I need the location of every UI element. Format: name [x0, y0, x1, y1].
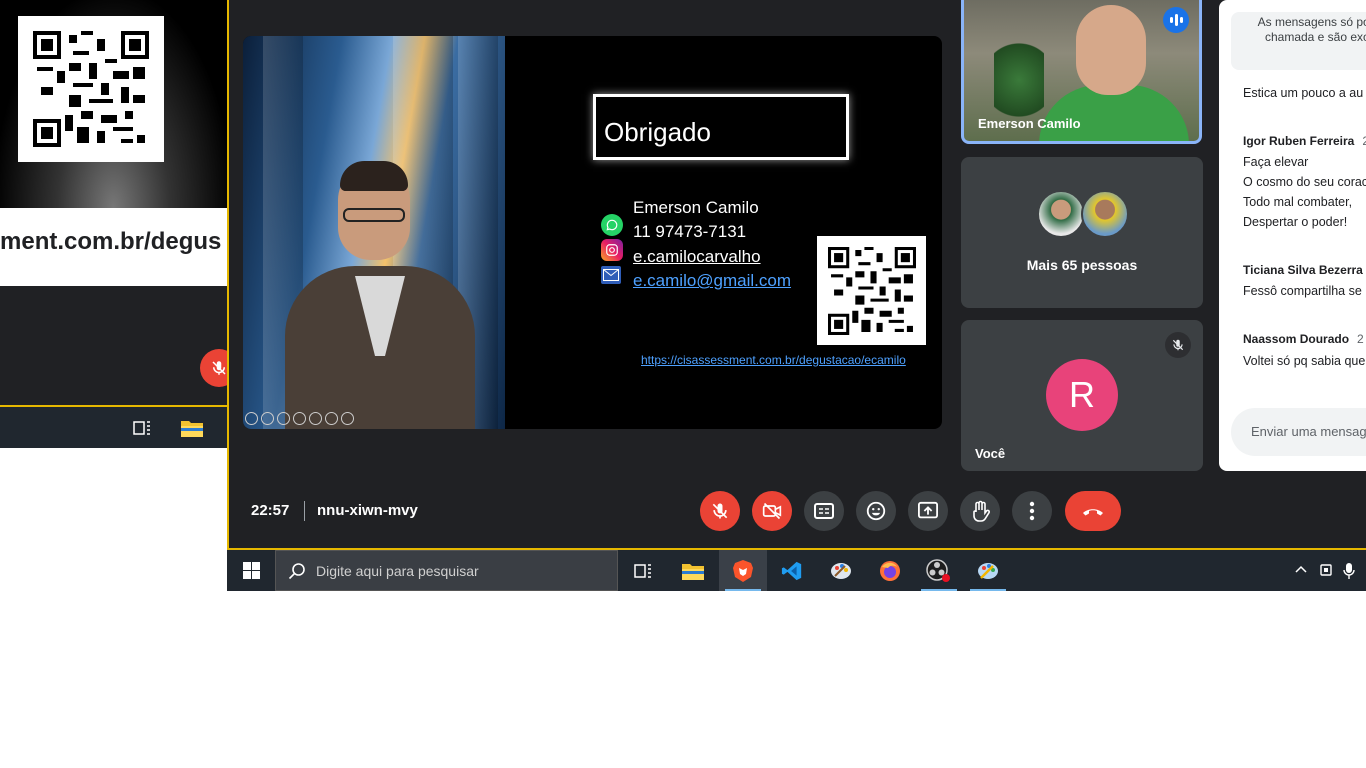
brave-lion-icon	[733, 559, 753, 582]
device-tray-button[interactable]	[1319, 562, 1333, 583]
leave-call-button[interactable]	[1065, 491, 1121, 531]
qr-code-image	[18, 16, 164, 162]
hang-up-icon	[1083, 509, 1103, 516]
vscode-button[interactable]	[768, 550, 816, 591]
search-placeholder: Digite aqui para pesquisar	[316, 563, 479, 579]
preview-url-band: ment.com.br/degus	[0, 208, 227, 286]
contact-phone: 11 97473-7131	[633, 222, 747, 241]
vscode-icon	[781, 561, 802, 580]
file-explorer-icon	[177, 413, 207, 443]
paint-3d-icon	[978, 562, 998, 579]
avatar	[1037, 190, 1085, 238]
self-name: Você	[975, 446, 1006, 461]
chat-message: Estica um pouco a au	[1243, 86, 1364, 100]
preview-taskbar	[0, 407, 227, 448]
whatsapp-icon	[601, 214, 623, 236]
obs-studio-button[interactable]	[915, 550, 963, 591]
microphone-tray-button[interactable]	[1343, 562, 1355, 585]
device-icon	[1320, 564, 1332, 576]
divider	[304, 501, 305, 521]
firefox-icon	[880, 560, 900, 581]
meeting-code: nnu-xiwn-mvy	[317, 502, 418, 519]
others-tile[interactable]: Mais 65 pessoas	[961, 157, 1203, 308]
windows-taskbar: Digite aqui para pesquisar	[227, 550, 1366, 591]
search-icon	[288, 563, 305, 580]
contact-instagram[interactable]: e.camilocarvalho	[633, 247, 761, 267]
captions-icon	[814, 503, 834, 519]
windows-logo-icon	[242, 562, 260, 579]
emoji-icon	[866, 501, 886, 521]
firefox-button[interactable]	[866, 550, 914, 591]
slide-qr-code	[817, 236, 926, 345]
presentation-slide: Obrigado Emerson Camilo 11 97473-7131 e.…	[243, 36, 942, 429]
task-view-icon	[634, 563, 651, 578]
reactions-button[interactable]	[856, 491, 896, 531]
chat-message: Fessô compartilha se	[1243, 284, 1362, 298]
obs-icon	[926, 558, 950, 582]
camera-off-icon	[762, 502, 782, 520]
task-view-icon	[127, 413, 157, 443]
taskbar-search[interactable]: Digite aqui para pesquisar	[275, 550, 618, 591]
self-tile[interactable]: R Você	[961, 320, 1203, 471]
avatar	[1081, 190, 1129, 238]
brave-browser-button[interactable]	[719, 550, 767, 591]
microphone-button[interactable]	[700, 491, 740, 531]
preview-slide-top	[0, 0, 227, 208]
folder-icon	[682, 563, 704, 580]
raise-hand-button[interactable]	[960, 491, 1000, 531]
show-hidden-icons-button[interactable]	[1294, 562, 1308, 581]
chat-message: O cosmo do seu corac	[1243, 175, 1366, 189]
chat-sender: Naassom Dourado 2	[1243, 332, 1364, 346]
present-button[interactable]	[908, 491, 948, 531]
present-screen-icon	[918, 501, 938, 519]
mic-off-icon	[712, 503, 728, 519]
camera-button[interactable]	[752, 491, 792, 531]
slide-controls[interactable]	[245, 412, 354, 425]
thank-you-box: Obrigado	[593, 94, 849, 160]
chat-input-placeholder: Enviar uma mensage	[1251, 424, 1366, 439]
speaker-tile[interactable]: Emerson Camilo	[961, 0, 1202, 144]
speaker-name: Emerson Camilo	[978, 116, 1081, 131]
chat-panel: As mensagens só pod chamada e são exc Es…	[1219, 0, 1366, 471]
chat-message: Faça elevar	[1243, 155, 1309, 169]
microphone-icon	[1343, 563, 1355, 579]
contact-email[interactable]: e.camilo@gmail.com	[633, 271, 791, 291]
instagram-icon	[601, 239, 623, 261]
presenter-photo	[243, 36, 505, 429]
self-avatar: R	[1046, 359, 1118, 431]
palette-icon	[831, 562, 851, 579]
start-button[interactable]	[227, 550, 275, 591]
mic-off-icon	[200, 349, 227, 387]
chat-message: Todo mal combater,	[1243, 195, 1353, 209]
contact-name: Emerson Camilo	[633, 198, 759, 217]
captions-button[interactable]	[804, 491, 844, 531]
chat-message: Despertar o poder!	[1243, 215, 1348, 229]
preview-url-text: ment.com.br/degus	[0, 228, 222, 255]
paint-3d-button[interactable]	[964, 550, 1012, 591]
meet-window: Obrigado Emerson Camilo 11 97473-7131 e.…	[227, 0, 1366, 549]
meeting-time: 22:57	[251, 502, 290, 519]
chevron-up-icon	[1295, 565, 1307, 573]
more-options-button[interactable]	[1012, 491, 1052, 531]
paint-app-button[interactable]	[817, 550, 865, 591]
chat-sender: Ticiana Silva Bezerra	[1243, 263, 1363, 277]
chat-input[interactable]: Enviar uma mensage	[1231, 408, 1366, 456]
more-people-label: Mais 65 pessoas	[1026, 257, 1138, 273]
task-view-button[interactable]	[619, 550, 667, 591]
hand-icon	[973, 500, 990, 522]
chat-sender: Igor Ruben Ferreira2	[1243, 134, 1366, 148]
chat-notice-text: As mensagens só pod chamada e são exc	[1257, 15, 1366, 44]
nested-screen-preview: ment.com.br/degus	[0, 0, 227, 448]
mic-off-icon	[1165, 332, 1191, 358]
slide-url-link[interactable]: https://cisassessment.com.br/degustacao/…	[641, 353, 906, 367]
more-vert-icon	[1029, 501, 1035, 521]
slide-title: Obrigado	[604, 117, 711, 147]
file-explorer-button[interactable]	[669, 550, 717, 591]
chat-message: Voltei só pq sabia que	[1243, 354, 1366, 368]
email-icon	[601, 266, 621, 284]
speaking-indicator-icon	[1163, 7, 1189, 33]
